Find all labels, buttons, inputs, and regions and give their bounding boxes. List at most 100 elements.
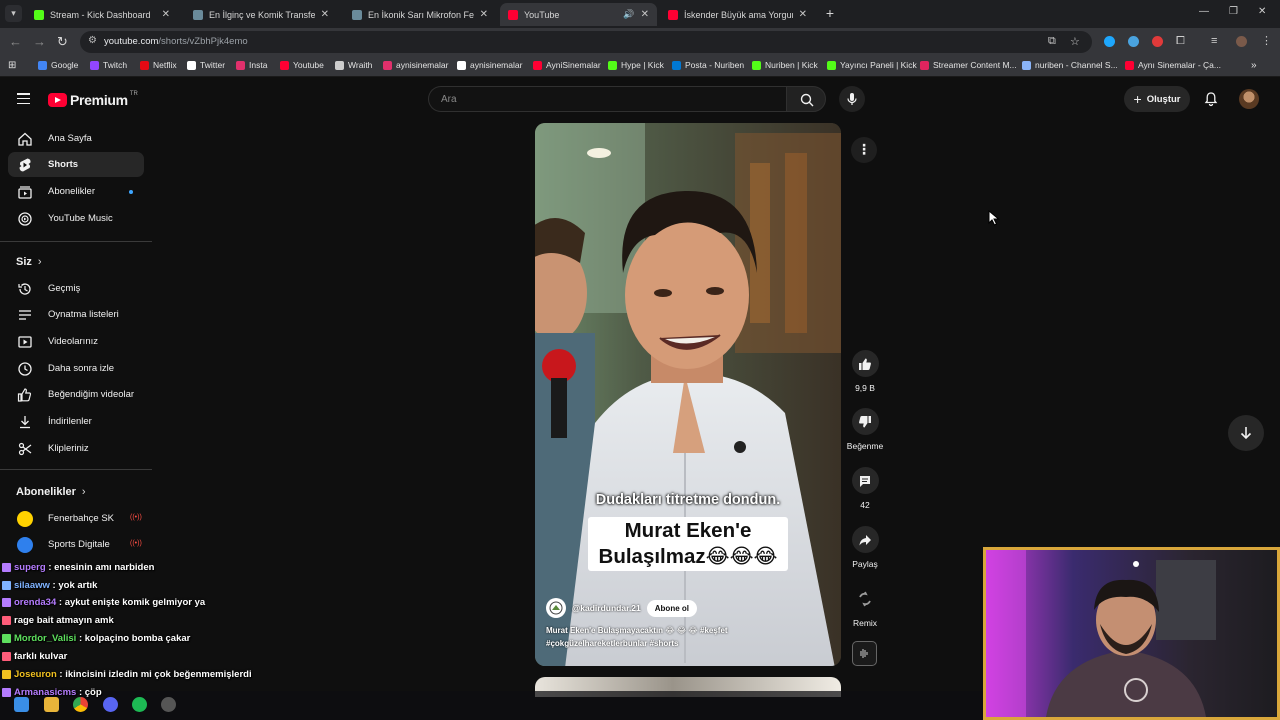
extension-red-icon[interactable] (1152, 36, 1163, 47)
short-description[interactable]: Murat Eken'e Bulaşmayacaktın 😂 😂 😂 #keşf… (546, 624, 786, 650)
bookmark-item[interactable]: Streamer Content M... (920, 60, 1017, 70)
account-avatar[interactable] (1239, 89, 1259, 109)
new-tab-button[interactable]: + (822, 5, 838, 21)
bookmark-label: Youtube (293, 60, 324, 70)
minimize-icon[interactable]: — (1199, 6, 1209, 17)
notifications-button[interactable] (1203, 91, 1219, 112)
profile-icon[interactable] (1236, 36, 1247, 47)
bookmark-item[interactable]: Insta (236, 60, 267, 70)
bookmark-item[interactable]: Netflix (140, 60, 177, 70)
subscription-channel-item[interactable]: Fenerbahçe SK ((•)) (8, 506, 144, 531)
sidebar-item-ana-sayfa[interactable]: Ana Sayfa (8, 126, 144, 151)
like-button[interactable]: 9,9 B (843, 350, 887, 393)
more-bookmarks-icon[interactable]: » (1251, 60, 1257, 71)
spotify-icon[interactable] (132, 697, 147, 712)
bookmark-item[interactable]: aynisinemalar (457, 60, 522, 70)
tab-transfer[interactable]: En İlginç ve Komik Transfer Açık ✕ (185, 3, 337, 26)
extension-shield-icon[interactable] (1104, 36, 1115, 47)
extension-globe-icon[interactable] (1128, 36, 1139, 47)
subscription-channel-item[interactable]: Sports Digitale ((•)) (8, 532, 144, 557)
bookmark-item[interactable]: Posta - Nuriben (672, 60, 744, 70)
dislike-button[interactable]: Beğenme (843, 408, 887, 451)
bookmark-item[interactable]: Youtube (280, 60, 324, 70)
guide-menu-icon[interactable] (17, 93, 30, 104)
share-button[interactable]: Paylaş (843, 526, 887, 569)
bookmark-item[interactable]: nuriben - Channel S... (1022, 60, 1118, 70)
back-icon[interactable]: ← (9, 34, 22, 49)
more-options-icon[interactable]: ⋮ (851, 137, 877, 163)
search-button[interactable] (786, 86, 826, 112)
sidebar-item-klipleriniz[interactable]: Klipleriniz (8, 436, 144, 461)
bookmark-item[interactable]: Twitch (90, 60, 127, 70)
channel-name-link[interactable]: @kadirdundar.21 (572, 603, 641, 613)
chrome-icon[interactable] (73, 697, 88, 712)
youtube-premium-logo[interactable]: Premium TR (48, 91, 138, 108)
url-field[interactable]: ⚙ youtube.com/shorts/vZbhPjk4emo ⧉ ☆ (80, 31, 1092, 53)
bookmark-item[interactable]: aynisinemalar (383, 60, 448, 70)
tab-mikrofon[interactable]: En İkonik Sarı Mikrofon Fenom ✕ (344, 3, 496, 26)
subscriptions-heading[interactable]: Abonelikler › (16, 486, 86, 498)
sidebar-item-daha-sonra-izle[interactable]: Daha sonra izle (8, 356, 144, 381)
close-tab-icon[interactable]: ✕ (321, 9, 329, 20)
close-tab-icon[interactable]: ✕ (162, 9, 170, 20)
tab-iskender[interactable]: İskender Büyük ama Yorgun.. (K ✕ (660, 3, 815, 26)
you-section-heading[interactable]: Siz › (16, 256, 42, 268)
bookmark-favicon-icon (457, 60, 466, 70)
obs-icon[interactable] (161, 697, 176, 712)
sound-thumbnail-button[interactable] (852, 641, 877, 666)
bookmark-item[interactable]: Google (38, 60, 78, 70)
sidebar-item-abonelikler[interactable]: Abonelikler (8, 179, 144, 204)
channel-avatar[interactable] (546, 598, 566, 618)
tab-search-button[interactable]: ▾ (5, 5, 22, 22)
bookmark-favicon-icon (38, 60, 47, 70)
short-channel-row: @kadirdundar.21 Abone ol (546, 598, 697, 618)
tab-youtube[interactable]: YouTube 🔊 ✕ (500, 3, 657, 26)
bookmark-item[interactable]: Twitter (187, 60, 225, 70)
site-info-icon[interactable]: ⚙ (88, 35, 97, 46)
sidebar-item-youtube-music[interactable]: YouTube Music (8, 206, 144, 231)
bookmark-item[interactable]: Aynı Sinemalar - Ça... (1125, 60, 1221, 70)
sidebar-item-oynatma-listeleri[interactable]: Oynatma listeleri (8, 302, 144, 327)
comments-button[interactable]: 42 (843, 467, 887, 510)
reload-icon[interactable]: ↻ (57, 34, 68, 50)
bookmark-item[interactable]: Wraith (335, 60, 372, 70)
create-button[interactable]: + Oluştur (1124, 86, 1190, 112)
media-controls-icon[interactable]: ≡ (1211, 35, 1217, 47)
audio-playing-icon[interactable]: 🔊 (623, 9, 634, 20)
bookmark-item[interactable]: AyniSinemalar (533, 60, 601, 70)
search-input[interactable]: Ara (428, 86, 786, 112)
browser-menu-icon[interactable]: ⋮ (1261, 34, 1272, 47)
sidebar-item-be-endi-im-videolar[interactable]: Beğendiğim videolar (8, 382, 144, 407)
remix-button[interactable]: Remix (843, 585, 887, 628)
close-window-icon[interactable]: ✕ (1258, 6, 1266, 17)
install-app-icon[interactable]: ⧉ (1048, 35, 1056, 48)
bookmark-item[interactable]: Yayıncı Paneli | Kick (827, 60, 917, 70)
windows-start-icon[interactable] (14, 697, 29, 712)
forward-icon[interactable]: → (33, 34, 46, 49)
voice-search-button[interactable] (839, 86, 865, 112)
windows-taskbar (0, 691, 983, 720)
sidebar-item-videolar-n-z[interactable]: Videolarınız (8, 329, 144, 354)
discord-icon[interactable] (103, 697, 118, 712)
bookmark-item[interactable]: Hype | Kick (608, 60, 664, 70)
sidebar-item-i-ndirilenler[interactable]: İndirilenler (8, 409, 144, 434)
short-video-player[interactable]: Dudakları titretme dondun. Murat Eken'e … (535, 123, 841, 666)
sidebar-item-shorts[interactable]: Shorts (8, 152, 144, 177)
chat-message: Joseuron : ikincisini izledin mi çok beğ… (2, 669, 252, 680)
apps-grid-icon[interactable]: ⊞ (8, 60, 16, 71)
next-video-button[interactable] (1228, 415, 1264, 451)
close-tab-icon[interactable]: ✕ (480, 9, 488, 20)
extensions-puzzle-icon[interactable]: ⧠ (1176, 35, 1185, 48)
sidebar-item-ge-mi-[interactable]: Geçmiş (8, 276, 144, 301)
tab-kick-dashboard[interactable]: Stream - Kick Dashboard ✕ (26, 3, 178, 26)
close-tab-icon[interactable]: ✕ (641, 9, 649, 20)
restore-icon[interactable]: ❐ (1229, 6, 1238, 17)
bookmark-item[interactable]: Nuriben | Kick (752, 60, 818, 70)
bookmark-label: Nuriben | Kick (765, 60, 818, 70)
subscribe-button[interactable]: Abone ol (646, 599, 697, 617)
file-explorer-icon[interactable] (44, 697, 59, 712)
bookmark-favicon-icon (335, 60, 344, 70)
chat-message: superg : enesinin amı narbiden (2, 562, 154, 573)
close-tab-icon[interactable]: ✕ (799, 9, 807, 20)
bookmark-star-icon[interactable]: ☆ (1070, 35, 1080, 48)
